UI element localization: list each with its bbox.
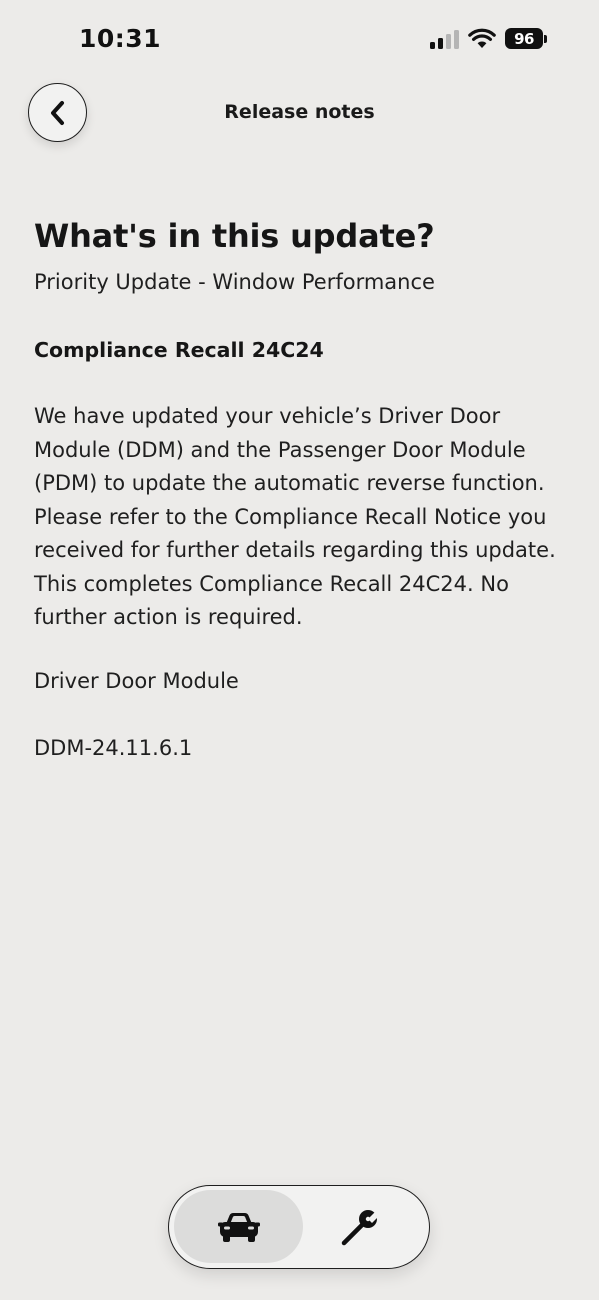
tab-vehicle[interactable]: [174, 1190, 303, 1263]
car-icon: [217, 1212, 260, 1242]
update-heading: What's in this update?: [34, 217, 435, 255]
bottom-tab-bar: [168, 1185, 430, 1269]
page-title: Release notes: [224, 101, 375, 123]
status-icons: 96: [430, 28, 547, 49]
battery-level: 96: [505, 28, 543, 49]
update-subtitle: Priority Update - Window Performance: [34, 270, 435, 294]
tab-service[interactable]: [295, 1190, 424, 1263]
release-notes-content: What's in this update? Priority Update -…: [34, 215, 574, 763]
recall-title: Compliance Recall 24C24: [34, 338, 324, 362]
status-bar: 10:31 96: [0, 0, 599, 80]
status-time: 10:31: [79, 24, 162, 53]
module-version: DDM-24.11.6.1: [34, 735, 193, 760]
cellular-signal-icon: [430, 29, 459, 49]
wrench-icon: [341, 1209, 381, 1245]
battery-icon: 96: [505, 28, 547, 49]
recall-description: We have updated your vehicle’s Driver Do…: [34, 404, 556, 629]
wifi-icon: [468, 28, 496, 48]
module-name: Driver Door Module: [34, 668, 239, 693]
